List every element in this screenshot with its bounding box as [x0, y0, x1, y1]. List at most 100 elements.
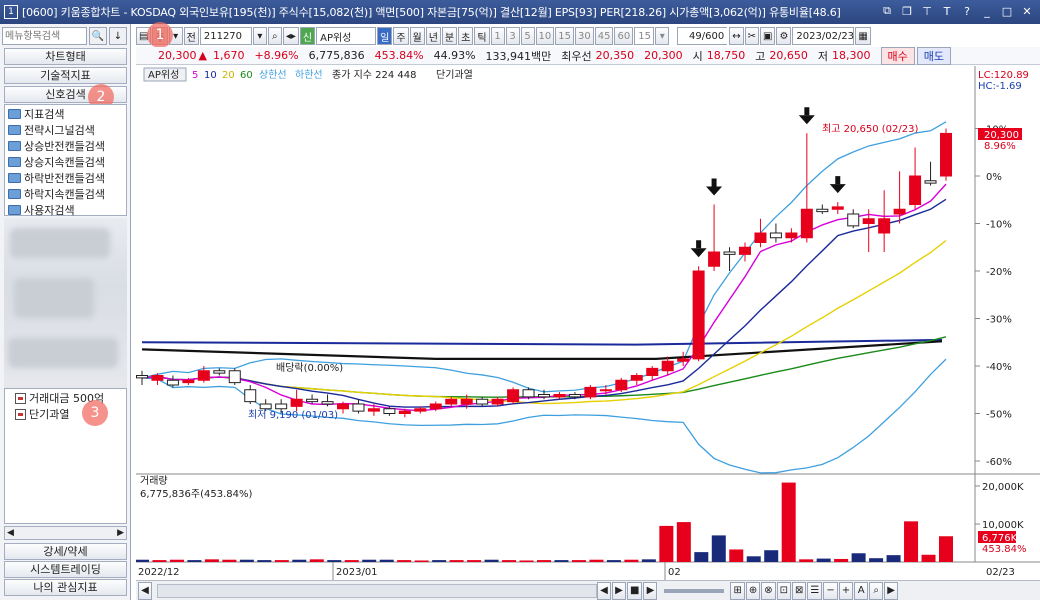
tool-icon-3[interactable]: ⊗ [761, 581, 776, 600]
speed-slider[interactable] [664, 588, 725, 593]
zoom-out-icon[interactable]: − [823, 581, 838, 600]
save-icon[interactable]: ▣ [759, 27, 776, 45]
candle [321, 401, 334, 405]
calendar-icon[interactable]: ▦ [855, 27, 871, 45]
candle [739, 246, 751, 255]
period-day[interactable]: 일 [377, 27, 393, 45]
tab-chart-type[interactable]: 차트형태 [4, 48, 127, 65]
menu-search-input[interactable] [2, 27, 87, 45]
tool-icon-5[interactable]: ⊠ [792, 581, 807, 600]
y-tick-label: -20% [986, 267, 1012, 278]
tool-icon-6[interactable]: ☰ [807, 581, 823, 600]
candle [677, 358, 690, 362]
scroll-left-icon[interactable]: ◀ [138, 581, 152, 600]
candle [630, 375, 643, 381]
font-size-icon[interactable]: T [940, 4, 954, 18]
close-icon[interactable]: ✕ [1020, 4, 1034, 18]
interval-15[interactable]: 15 [555, 27, 574, 45]
tool-icon-2[interactable]: ⊕ [745, 581, 761, 600]
candle [228, 370, 241, 384]
tab-my-indicators[interactable]: 나의 관심지표 [4, 579, 127, 596]
tree-item[interactable]: 사용자검색 [5, 202, 126, 218]
volume-bar [309, 559, 324, 562]
tree-item[interactable]: 하락지속캔들검색 [5, 186, 126, 202]
play-next-icon[interactable]: ▶ [643, 581, 658, 600]
text-tool-icon[interactable]: A [854, 581, 869, 600]
interval-10[interactable]: 10 [535, 27, 555, 45]
tree-item[interactable]: 전략시그널검색 [5, 122, 126, 138]
interval-input[interactable]: 15 [634, 27, 655, 45]
period-year[interactable]: 년 [425, 27, 441, 45]
minimize-icon[interactable]: _ [980, 4, 994, 18]
tool-icon-1[interactable]: ⊞ [730, 581, 745, 600]
price-change-pct: +8.96% [254, 49, 299, 62]
interval-60[interactable]: 60 [614, 27, 634, 45]
list-item[interactable]: 거래대금 500억 [5, 390, 126, 406]
candle [584, 386, 597, 398]
tree-horizontal-scrollbar[interactable]: ◀ ▶ [4, 526, 127, 540]
arrow-down-icon[interactable]: ↓ [109, 27, 127, 45]
volume-bar [432, 560, 447, 562]
period-second[interactable]: 초 [458, 27, 474, 45]
chart-area[interactable]: AP위성 5 10 20 60 상한선 하한선 종가 지수 224 448 단기… [135, 66, 1040, 600]
tool-icon-4[interactable]: ⊡ [776, 581, 792, 600]
maximize-icon[interactable]: □ [1000, 4, 1014, 18]
zoom-icon[interactable]: ↔ [729, 27, 744, 45]
help-icon[interactable]: ? [960, 4, 974, 18]
scroll-right-icon[interactable]: ▶ [117, 528, 124, 538]
tab-strength[interactable]: 강세/약세 [4, 543, 127, 560]
interval-dropdown-icon[interactable]: ▾ [655, 27, 670, 45]
quote-row: 20,300 ▲ 1,670 +8.96% 6,775,836 453.84% … [136, 46, 1040, 65]
play-back-icon[interactable]: ◀ [597, 581, 611, 600]
scissors-icon[interactable]: ✂ [744, 27, 759, 45]
pin-icon[interactable]: ⊤ [920, 4, 934, 18]
zoom-in-icon[interactable]: + [838, 581, 854, 600]
sell-button[interactable]: 매도 [916, 46, 952, 65]
volume-bar [606, 560, 621, 562]
chart-scrollbar[interactable] [157, 583, 597, 598]
stock-code-input[interactable]: 211270 [199, 27, 252, 45]
period-week[interactable]: 주 [393, 27, 409, 45]
play-icon[interactable]: ▶ [612, 581, 626, 600]
stop-icon[interactable]: ■ [627, 581, 643, 600]
candle [306, 398, 319, 403]
interval-5[interactable]: 5 [520, 27, 535, 45]
interval-3[interactable]: 3 [505, 27, 520, 45]
candle [538, 394, 550, 398]
tab-technical-indicators[interactable]: 기술적지표 [4, 67, 127, 84]
code-dropdown-icon[interactable]: ▾ [252, 27, 267, 45]
link-icon[interactable]: ⧉ [880, 4, 894, 18]
search-icon[interactable]: ⌕ [267, 27, 282, 45]
tab-system-trading[interactable]: 시스템트레이딩 [4, 561, 127, 578]
period-month[interactable]: 월 [409, 27, 425, 45]
count-input[interactable]: 49/600 [677, 27, 728, 45]
best-ask: 20,350 [595, 49, 635, 62]
folder-icon [8, 125, 21, 135]
interval-1[interactable]: 1 [490, 27, 505, 45]
tree-item[interactable]: 상승지속캔들검색 [5, 154, 126, 170]
candle [893, 208, 906, 215]
tree-item[interactable]: 상승반전캔들검색 [5, 138, 126, 154]
period-minute[interactable]: 분 [441, 27, 458, 45]
speaker-icon[interactable]: ◂▸ [282, 27, 299, 45]
tree-item[interactable]: 하락반전캔들검색 [5, 170, 126, 186]
candle [367, 408, 380, 412]
price-chart-svg[interactable]: AP위성 5 10 20 60 상한선 하한선 종가 지수 224 448 단기… [135, 66, 1040, 580]
buy-button[interactable]: 매수 [880, 46, 915, 65]
search-icon[interactable]: 🔍 [89, 27, 107, 45]
scroll-left-icon[interactable]: ◀ [7, 528, 14, 538]
scroll-right-icon[interactable]: ▶ [884, 581, 899, 600]
prev-button[interactable]: 전 [183, 27, 199, 45]
x-tick-label: 2023/01 [336, 567, 378, 578]
legend-short-overheat: 단기과열 [436, 69, 473, 81]
date-input[interactable]: 2023/02/23 [792, 27, 855, 45]
candle [940, 132, 952, 177]
period-tick[interactable]: 틱 [474, 27, 490, 45]
interval-45[interactable]: 45 [594, 27, 614, 45]
interval-30[interactable]: 30 [575, 27, 594, 45]
volume-bar [851, 553, 866, 562]
restore-icon[interactable]: ❐ [900, 4, 914, 18]
gear-icon[interactable]: ⚙ [776, 27, 792, 45]
magnifier-icon[interactable]: ⌕ [869, 581, 884, 600]
tree-item[interactable]: 지표검색 [5, 106, 126, 122]
